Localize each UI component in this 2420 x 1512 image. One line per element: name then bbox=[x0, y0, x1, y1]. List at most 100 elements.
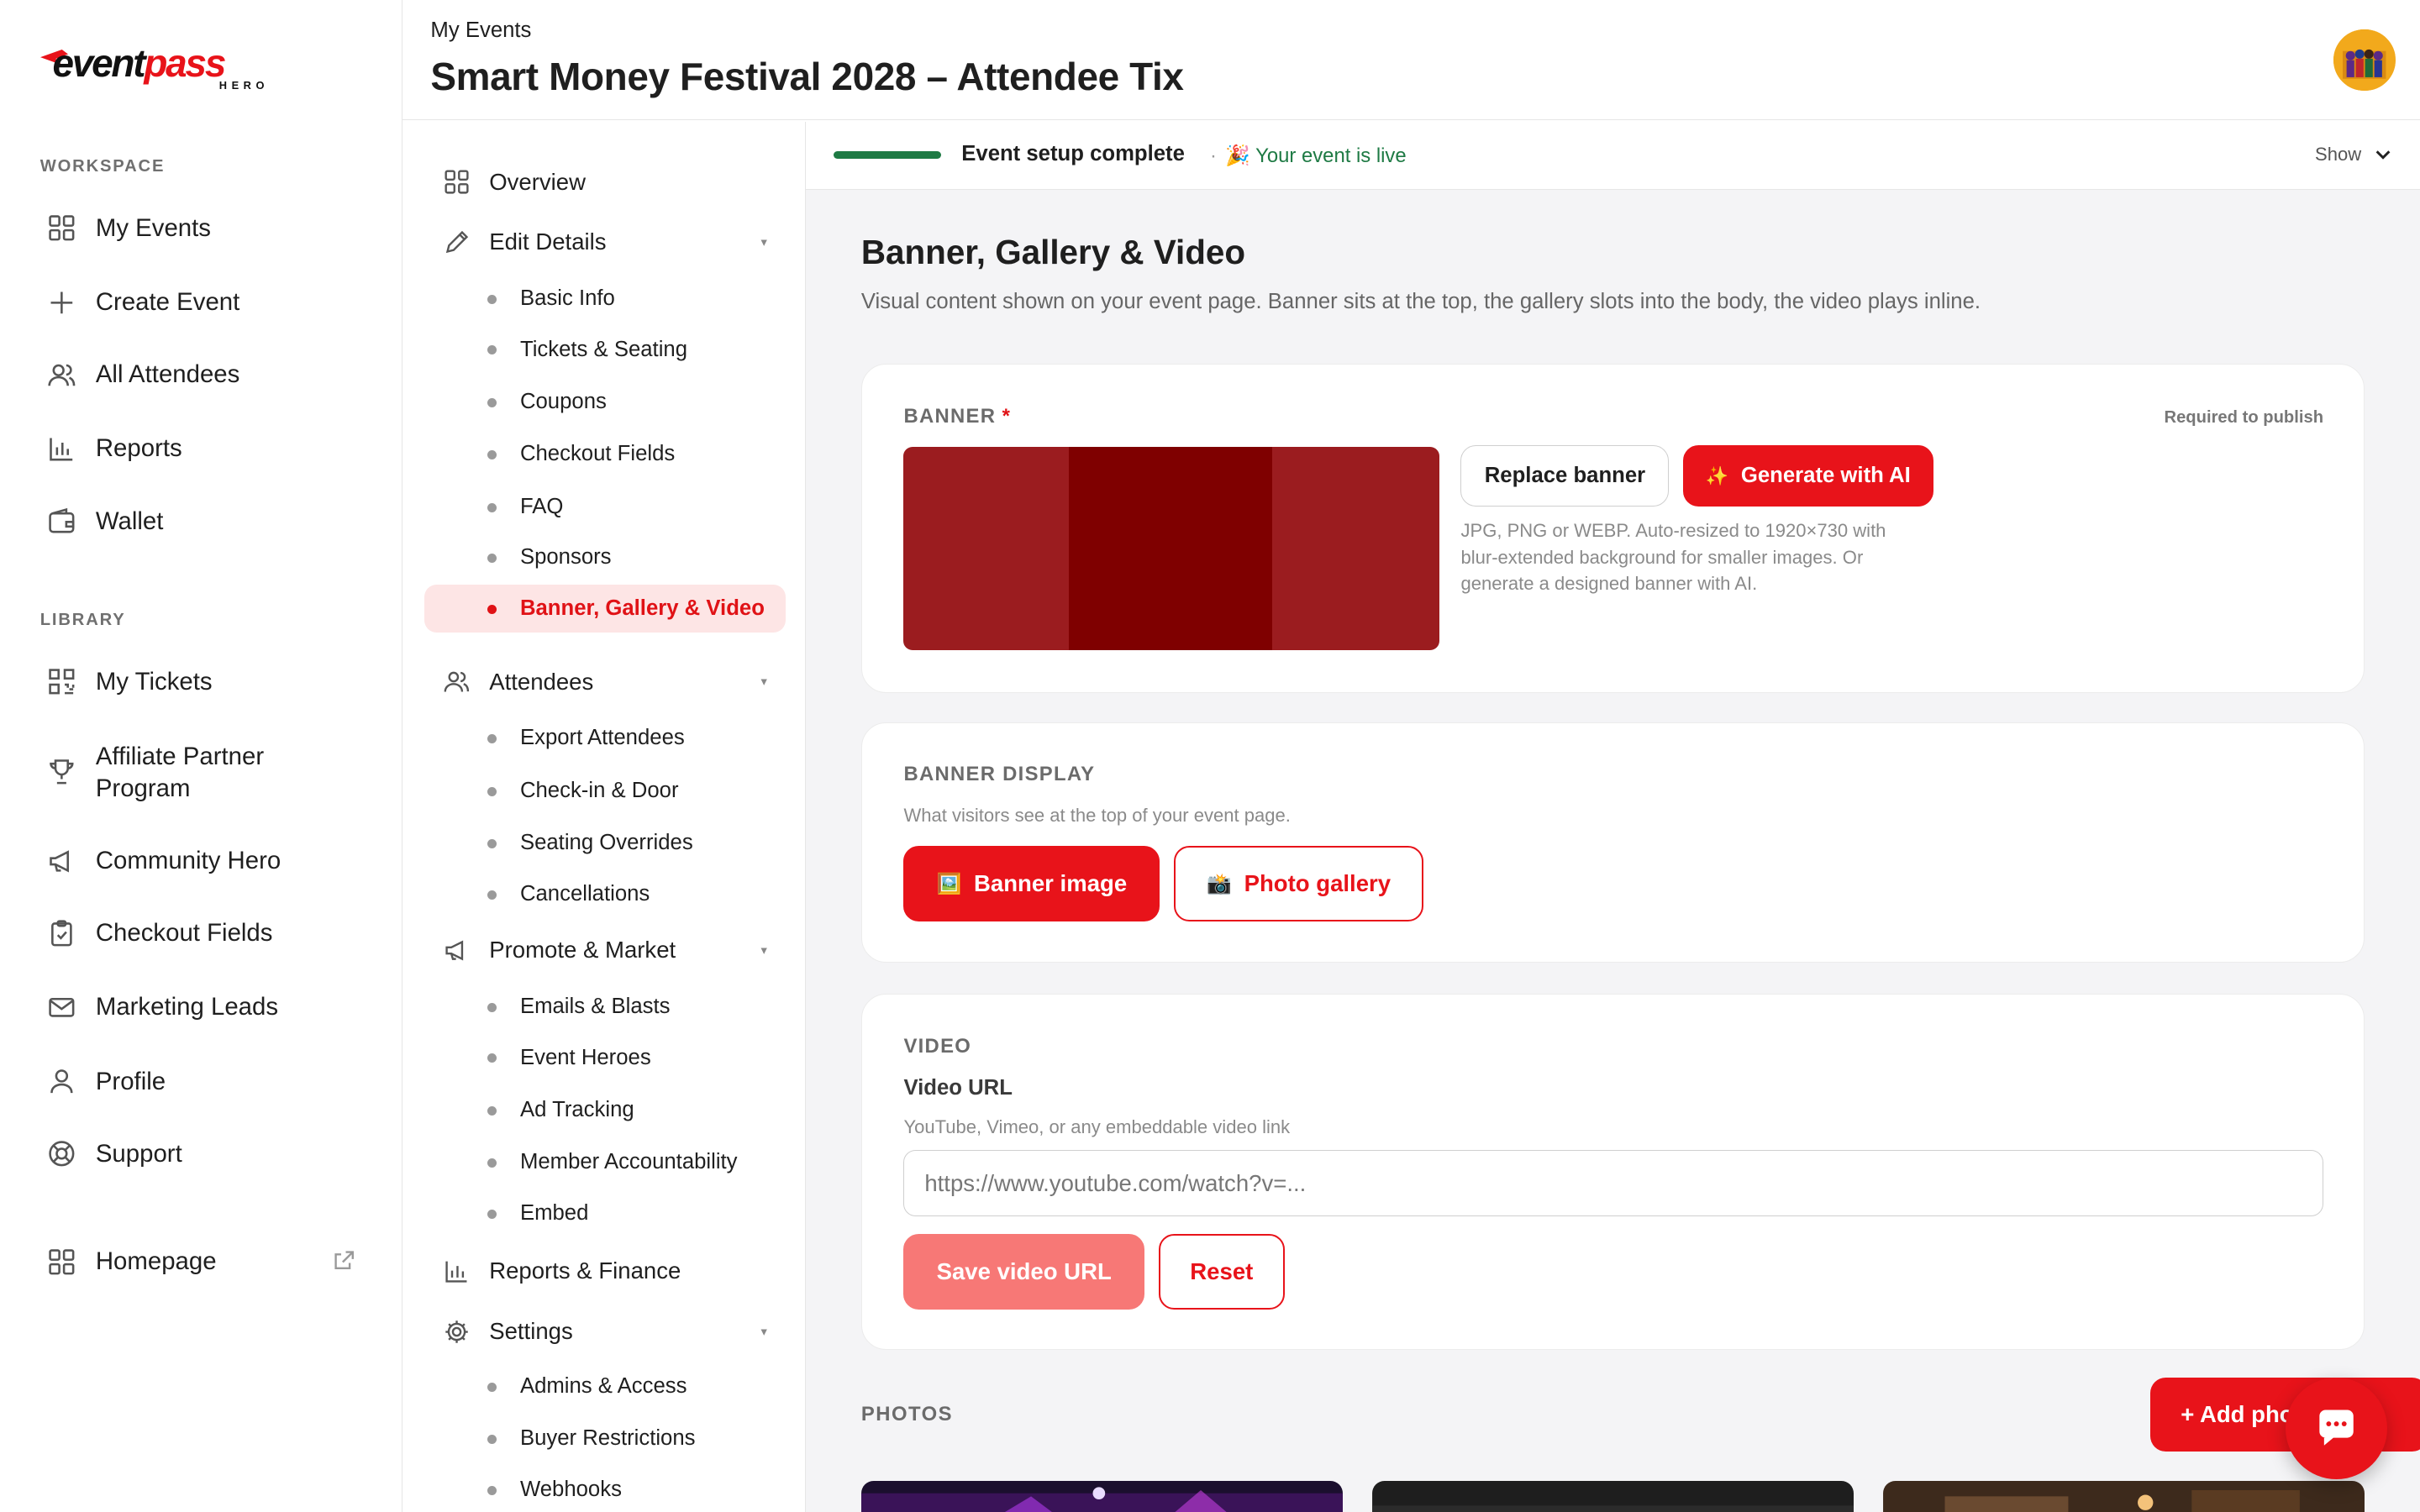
subnav-item-buyer-restrictions[interactable]: Buyer Restrictions bbox=[424, 1415, 786, 1462]
show-toggle[interactable]: Show bbox=[2315, 144, 2392, 165]
sidebar-item-all-attendees[interactable]: All Attendees bbox=[46, 360, 239, 391]
main-content: Event setup complete · 🎉 Your event is l… bbox=[805, 122, 2420, 1512]
subnav-reports-finance[interactable]: Reports & Finance bbox=[443, 1257, 767, 1285]
sidebar-item-support[interactable]: Support bbox=[46, 1138, 182, 1169]
mail-icon bbox=[46, 992, 77, 1023]
chat-launcher-button[interactable] bbox=[2286, 1378, 2388, 1480]
sidebar-item-wallet[interactable]: Wallet bbox=[46, 506, 163, 537]
subnav-edit-details[interactable]: Edit Details ▾ bbox=[443, 228, 767, 256]
gear-icon bbox=[443, 1318, 471, 1346]
event-subnav: Overview Edit Details ▾ Basic Info Ticke… bbox=[402, 122, 806, 1512]
subnav-item-coupons[interactable]: Coupons bbox=[424, 378, 786, 426]
subnav-attendees-label: Attendees bbox=[489, 668, 594, 695]
sidebar-item-community-hero[interactable]: Community Hero bbox=[46, 846, 281, 877]
subnav-item-cancellations[interactable]: Cancellations bbox=[424, 870, 786, 918]
subnav-item-ad-tracking[interactable]: Ad Tracking bbox=[424, 1086, 786, 1134]
sidebar-item-label: All Attendees bbox=[95, 360, 240, 389]
eventpass-logo[interactable]: eventpass HERO bbox=[39, 40, 272, 96]
subnav-overview-label: Overview bbox=[489, 168, 587, 195]
users-icon bbox=[46, 360, 77, 391]
breadcrumb[interactable]: My Events bbox=[430, 18, 531, 43]
subnav-settings[interactable]: Settings ▾ bbox=[443, 1318, 767, 1346]
subnav-edit-details-label: Edit Details bbox=[489, 228, 607, 255]
sidebar-item-reports[interactable]: Reports bbox=[46, 433, 182, 465]
subnav-item-webhooks[interactable]: Webhooks bbox=[424, 1466, 786, 1512]
sidebar-item-my-events[interactable]: My Events bbox=[46, 213, 211, 244]
banner-help-text: JPG, PNG or WEBP. Auto-resized to 1920×7… bbox=[1460, 520, 1886, 594]
generate-ai-label: Generate with AI bbox=[1740, 464, 1911, 488]
live-status-dot: · bbox=[1209, 144, 1217, 167]
banner-display-card: BANNER DISPLAY What visitors see at the … bbox=[860, 722, 2365, 963]
trophy-icon bbox=[46, 756, 77, 787]
picture-icon: 🖼️ bbox=[936, 872, 962, 895]
sidebar-item-create-event[interactable]: Create Event bbox=[46, 287, 239, 318]
banner-image-option-label: Banner image bbox=[973, 870, 1128, 897]
chevron-down-icon[interactable]: ▾ bbox=[760, 675, 766, 689]
save-video-url-button[interactable]: Save video URL bbox=[903, 1233, 1144, 1310]
banner-image-option[interactable]: 🖼️ Banner image bbox=[903, 846, 1160, 922]
megaphone-icon bbox=[443, 937, 471, 964]
video-url-input[interactable]: https://www.youtube.com/watch?v=... bbox=[903, 1150, 2324, 1217]
grid-icon bbox=[443, 168, 471, 196]
video-card: VIDEO Video URL YouTube, Vimeo, or any e… bbox=[860, 993, 2365, 1351]
sidebar-item-label: My Tickets bbox=[95, 667, 213, 696]
lifebuoy-icon bbox=[46, 1138, 77, 1169]
subnav-attendees[interactable]: Attendees ▾ bbox=[443, 668, 767, 696]
video-url-help: YouTube, Vimeo, or any embeddable video … bbox=[903, 1116, 1291, 1137]
generate-ai-button[interactable]: ✨ Generate with AI bbox=[1682, 444, 1933, 507]
sidebar-item-affiliate[interactable]: Affiliate Partner Program bbox=[46, 741, 327, 806]
gallery-photo-1[interactable] bbox=[860, 1481, 1343, 1512]
subnav-item-export-attendees[interactable]: Export Attendees bbox=[424, 714, 786, 762]
setup-status-text: Event setup complete bbox=[961, 141, 1185, 165]
subnav-item-embed[interactable]: Embed bbox=[424, 1189, 786, 1237]
logo-part-1: event bbox=[52, 40, 145, 85]
subnav-item-banner-gallery-video[interactable]: Banner, Gallery & Video bbox=[424, 585, 786, 633]
subnav-item-admins[interactable]: Admins & Access bbox=[424, 1362, 786, 1410]
subnav-item-checkout-fields[interactable]: Checkout Fields bbox=[424, 430, 786, 478]
subnav-item-basic-info[interactable]: Basic Info bbox=[424, 275, 786, 323]
wallet-icon bbox=[46, 506, 77, 537]
sidebar-item-checkout-fields[interactable]: Checkout Fields bbox=[46, 918, 272, 949]
external-link-icon[interactable] bbox=[332, 1248, 356, 1273]
workspace-label: WORKSPACE bbox=[39, 157, 166, 176]
subnav-item-faq[interactable]: FAQ bbox=[424, 483, 786, 531]
avatar[interactable] bbox=[2333, 29, 2396, 92]
subnav-item-tickets-seating[interactable]: Tickets & Seating bbox=[424, 326, 786, 374]
gallery-photo-2[interactable] bbox=[1371, 1481, 1854, 1512]
gallery-photo-3[interactable] bbox=[1882, 1481, 2365, 1512]
subnav-item-member-accountability[interactable]: Member Accountability bbox=[424, 1138, 786, 1186]
subnav-overview[interactable]: Overview bbox=[443, 168, 767, 196]
page-title: Smart Money Festival 2028 – Attendee Tix bbox=[430, 55, 1184, 99]
chevron-down-icon[interactable]: ▾ bbox=[760, 235, 766, 249]
sidebar-item-marketing-leads[interactable]: Marketing Leads bbox=[46, 992, 278, 1023]
replace-banner-button[interactable]: Replace banner bbox=[1460, 444, 1670, 507]
sidebar-item-profile[interactable]: Profile bbox=[46, 1066, 166, 1097]
chevron-down-icon[interactable]: ▾ bbox=[760, 1325, 766, 1339]
subnav-item-seating-overrides[interactable]: Seating Overrides bbox=[424, 819, 786, 867]
sidebar-item-my-tickets[interactable]: My Tickets bbox=[46, 666, 213, 697]
subnav-item-check-in[interactable]: Check-in & Door bbox=[424, 767, 786, 815]
photo-gallery-option-label: Photo gallery bbox=[1244, 870, 1392, 897]
subnav-promote-label: Promote & Market bbox=[489, 937, 676, 963]
venue-photo-icon bbox=[1371, 1481, 1854, 1512]
banner-display-label: BANNER DISPLAY bbox=[903, 763, 1096, 786]
party-icon: 🎉 bbox=[1225, 144, 1250, 167]
banner-label-text: BANNER bbox=[903, 405, 997, 428]
subnav-item-event-heroes[interactable]: Event Heroes bbox=[424, 1034, 786, 1082]
subnav-item-sponsors[interactable]: Sponsors bbox=[424, 533, 786, 581]
save-video-url-label: Save video URL bbox=[936, 1257, 1112, 1284]
photos-label: PHOTOS bbox=[860, 1402, 953, 1425]
replace-banner-label: Replace banner bbox=[1484, 464, 1646, 488]
sidebar-item-homepage[interactable]: Homepage bbox=[46, 1247, 217, 1278]
logo-part-2: pass bbox=[144, 40, 226, 85]
photo-gallery-option[interactable]: 📸 Photo gallery bbox=[1173, 846, 1424, 922]
show-toggle-label: Show bbox=[2315, 143, 2362, 165]
subnav-item-emails[interactable]: Emails & Blasts bbox=[424, 983, 786, 1031]
subnav-promote[interactable]: Promote & Market ▾ bbox=[443, 937, 767, 964]
chevron-down-icon[interactable]: ▾ bbox=[760, 943, 766, 958]
chevron-down-icon bbox=[2375, 150, 2391, 160]
reset-button[interactable]: Reset bbox=[1158, 1233, 1286, 1310]
users-icon bbox=[443, 668, 471, 696]
sidebar: eventpass HERO WORKSPACE My Events Creat… bbox=[0, 0, 403, 1512]
banner-preview bbox=[903, 446, 1439, 651]
